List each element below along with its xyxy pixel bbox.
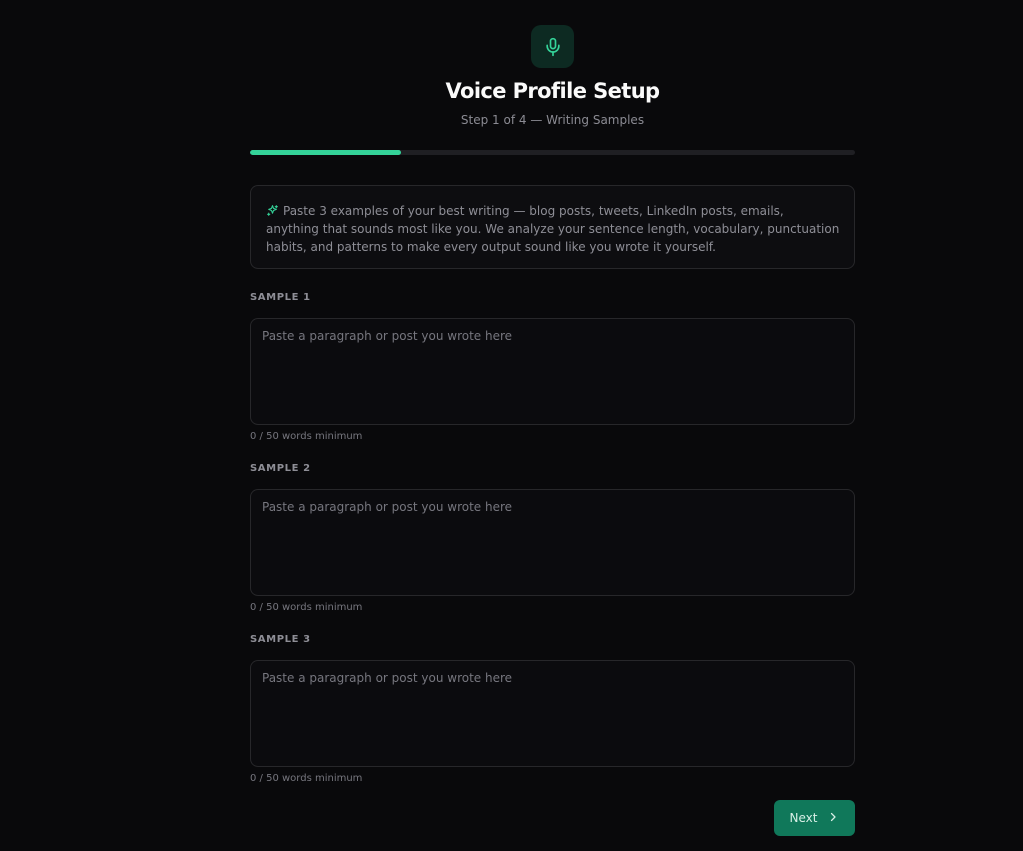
step-indicator: Step 1 of 4 — Writing Samples <box>460 113 645 127</box>
sample-3-input[interactable] <box>250 660 855 767</box>
next-button[interactable]: Next <box>774 800 855 836</box>
sample-1-word-count: 0 / 50 words minimum <box>250 431 363 442</box>
microphone-icon <box>531 25 574 68</box>
sample-1-label: SAMPLE 1 <box>250 292 311 303</box>
sample-3-section: SAMPLE 3 0 / 50 words minimum <box>250 634 855 784</box>
sample-2-word-count: 0 / 50 words minimum <box>250 602 363 613</box>
chevron-right-icon <box>827 811 839 826</box>
sample-1-input[interactable] <box>250 318 855 425</box>
sample-1-section: SAMPLE 1 0 / 50 words minimum <box>250 292 855 442</box>
progress-bar <box>250 150 855 155</box>
info-box: Paste 3 examples of your best writing — … <box>250 185 855 269</box>
sample-3-word-count: 0 / 50 words minimum <box>250 773 363 784</box>
sparkle-icon <box>266 204 279 217</box>
info-text: Paste 3 examples of your best writing — … <box>266 204 840 254</box>
sample-2-label: SAMPLE 2 <box>250 463 311 474</box>
sample-2-input[interactable] <box>250 489 855 596</box>
page-title: Voice Profile Setup <box>445 79 661 103</box>
sample-2-section: SAMPLE 2 0 / 50 words minimum <box>250 463 855 613</box>
progress-bar-fill <box>250 150 402 155</box>
next-button-label: Next <box>789 811 818 825</box>
sample-3-label: SAMPLE 3 <box>250 634 311 645</box>
voice-profile-setup-page: Voice Profile Setup Step 1 of 4 — Writin… <box>0 0 1023 851</box>
